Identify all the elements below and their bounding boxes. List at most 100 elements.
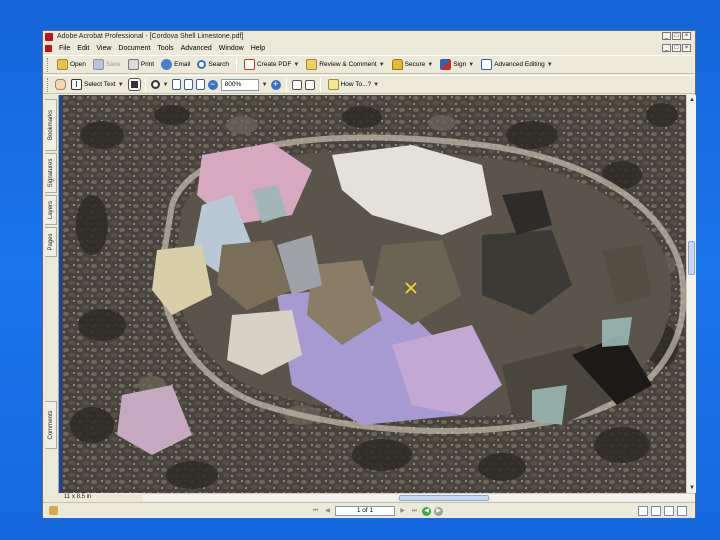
toolbar-grip[interactable] xyxy=(47,57,50,72)
review-icon xyxy=(306,59,318,70)
review-comment-button[interactable]: Review & Comment ▼ xyxy=(304,57,386,72)
chevron-down-icon[interactable]: ▼ xyxy=(547,62,553,68)
zoom-out-icon[interactable]: − xyxy=(207,79,218,90)
vertical-scroll-thumb[interactable] xyxy=(688,241,695,275)
close-button[interactable]: × xyxy=(682,32,691,40)
vertical-scrollbar[interactable]: ▲ ▼ xyxy=(686,95,696,493)
toolbar-grip[interactable] xyxy=(47,77,50,92)
how-to-button[interactable]: How To...? ▼ xyxy=(326,77,382,92)
create-pdf-icon xyxy=(243,59,255,70)
last-page-icon[interactable]: ⏭ xyxy=(410,507,419,516)
chevron-down-icon[interactable]: ▼ xyxy=(262,82,268,88)
create-pdf-label: Create PDF xyxy=(256,61,292,68)
toolbar-separator xyxy=(285,77,287,92)
tab-signatures[interactable]: Signatures xyxy=(45,153,57,193)
doc-close-button[interactable]: × xyxy=(682,44,691,52)
sign-button[interactable]: Sign ▼ xyxy=(438,57,476,72)
tools-toolbar: I Select Text ▼ ▼ − 800% ▼ + How To...? … xyxy=(43,75,695,94)
search-button[interactable]: Search xyxy=(195,57,231,72)
scroll-up-icon[interactable]: ▲ xyxy=(687,95,697,105)
next-page-icon[interactable]: ▶ xyxy=(398,507,407,516)
secure-label: Secure xyxy=(404,61,426,68)
save-button[interactable]: Save xyxy=(91,57,123,72)
print-button[interactable]: Print xyxy=(126,57,156,72)
menu-advanced[interactable]: Advanced xyxy=(181,45,212,52)
menu-window[interactable]: Window xyxy=(219,45,244,52)
single-page-icon[interactable] xyxy=(638,506,648,516)
window-title: Adobe Acrobat Professional - [Cordova Sh… xyxy=(57,33,244,40)
open-button[interactable]: Open xyxy=(55,57,88,72)
acrobat-app-icon xyxy=(45,32,53,41)
horizontal-scroll-thumb[interactable] xyxy=(399,495,489,501)
tab-layers[interactable]: Layers xyxy=(45,195,57,225)
continuous-icon[interactable] xyxy=(651,506,661,516)
maximize-button[interactable]: □ xyxy=(672,32,681,40)
page-navigation: ⏮ ◀ 1 of 1 ▶ ⏭ ◀ ▶ xyxy=(311,506,443,516)
acrobat-window: Adobe Acrobat Professional - [Cordova Sh… xyxy=(42,30,696,518)
email-button[interactable]: Email xyxy=(159,57,192,72)
title-bar[interactable]: Adobe Acrobat Professional - [Cordova Sh… xyxy=(43,31,695,42)
document-icon[interactable] xyxy=(45,45,52,52)
actual-size-icon[interactable] xyxy=(171,79,181,90)
email-icon xyxy=(161,59,173,70)
menu-document[interactable]: Document xyxy=(118,45,150,52)
chevron-down-icon[interactable]: ▼ xyxy=(293,62,299,68)
tab-bookmarks-label: Bookmarks xyxy=(47,109,54,141)
previous-view-icon[interactable]: ◀ xyxy=(422,506,431,516)
chevron-down-icon[interactable]: ▼ xyxy=(118,82,124,88)
menu-bar: File Edit View Document Tools Advanced W… xyxy=(43,43,695,54)
tab-pages-label: Pages xyxy=(47,233,54,251)
menu-view[interactable]: View xyxy=(96,45,111,52)
previous-page-icon[interactable]: ◀ xyxy=(323,507,332,516)
doc-restore-button[interactable]: □ xyxy=(672,44,681,52)
tab-layers-label: Layers xyxy=(47,200,54,220)
chevron-down-icon[interactable]: ▼ xyxy=(468,62,474,68)
fit-page-icon[interactable] xyxy=(183,79,193,90)
chevron-down-icon[interactable]: ▼ xyxy=(373,82,379,88)
fit-width-icon[interactable] xyxy=(195,79,205,90)
menu-help[interactable]: Help xyxy=(251,45,265,52)
next-view-icon[interactable]: ▶ xyxy=(434,506,443,516)
select-text-button[interactable]: I Select Text ▼ xyxy=(69,77,126,92)
status-icon xyxy=(49,506,58,515)
menu-edit[interactable]: Edit xyxy=(77,45,89,52)
zoom-in-icon[interactable]: + xyxy=(270,79,281,90)
horizontal-scrollbar[interactable] xyxy=(143,493,695,501)
document-view[interactable] xyxy=(62,95,686,493)
page-size-readout: 11 x 8.5 in xyxy=(62,493,142,501)
snapshot-icon[interactable] xyxy=(127,78,141,91)
tab-comments-label: Comments xyxy=(47,410,54,440)
create-pdf-button[interactable]: Create PDF ▼ xyxy=(242,57,301,72)
first-page-icon[interactable]: ⏮ xyxy=(311,507,320,516)
menu-file[interactable]: File xyxy=(59,45,70,52)
sign-label: Sign xyxy=(453,61,467,68)
advanced-editing-icon xyxy=(481,59,493,70)
help-book-icon xyxy=(327,79,339,90)
rotate-icon[interactable] xyxy=(291,79,302,90)
hand-tool-icon[interactable] xyxy=(55,79,66,90)
chevron-down-icon[interactable]: ▼ xyxy=(427,62,433,68)
advanced-editing-button[interactable]: Advanced Editing ▼ xyxy=(479,57,555,72)
chevron-down-icon[interactable]: ▼ xyxy=(379,62,385,68)
continuous-facing-icon[interactable] xyxy=(677,506,687,516)
tab-comments[interactable]: Comments xyxy=(45,401,57,449)
scroll-down-icon[interactable]: ▼ xyxy=(687,483,697,493)
email-label: Email xyxy=(174,61,191,68)
zoom-tool-icon[interactable] xyxy=(150,80,160,89)
secure-button[interactable]: Secure ▼ xyxy=(390,57,436,72)
doc-minimize-button[interactable]: _ xyxy=(662,44,671,52)
facing-icon[interactable] xyxy=(664,506,674,516)
page-layout-icon[interactable] xyxy=(304,79,315,90)
navigation-pane-tabs: Bookmarks Signatures Layers Pages Commen… xyxy=(43,95,59,493)
save-label: Save xyxy=(105,61,121,68)
tab-bookmarks[interactable]: Bookmarks xyxy=(45,99,57,151)
chevron-down-icon[interactable]: ▼ xyxy=(163,82,169,88)
zoom-field[interactable]: 800% xyxy=(220,78,259,91)
toolbar-separator xyxy=(319,77,321,92)
minimize-button[interactable]: _ xyxy=(662,32,671,40)
tab-pages[interactable]: Pages xyxy=(45,227,57,257)
review-label: Review & Comment xyxy=(319,61,377,68)
page-number-field[interactable]: 1 of 1 xyxy=(335,506,395,516)
menu-tools[interactable]: Tools xyxy=(157,45,173,52)
tab-signatures-label: Signatures xyxy=(47,158,54,188)
